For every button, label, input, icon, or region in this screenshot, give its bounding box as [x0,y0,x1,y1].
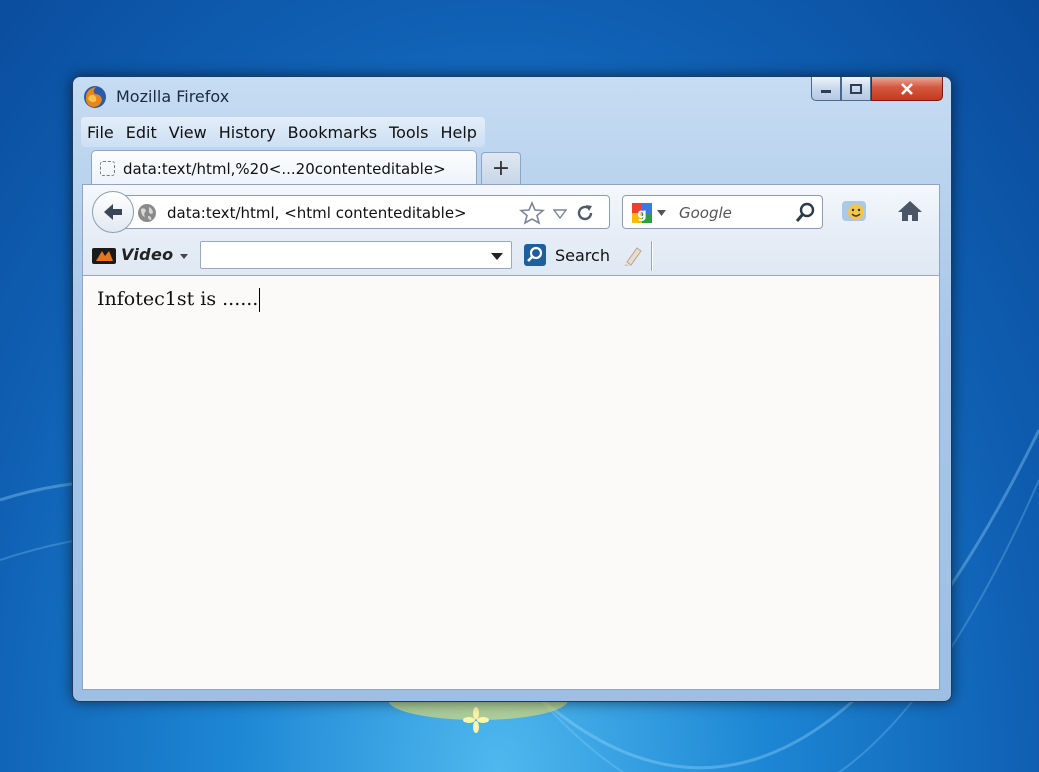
close-button[interactable] [871,77,943,101]
maximize-button[interactable] [841,77,871,101]
editable-text[interactable]: Infotec1st is ...... [97,288,261,312]
new-tab-button[interactable]: + [481,152,521,184]
address-text: data:text/html, <html contenteditable> [167,204,467,222]
tab-active[interactable]: data:text/html,%20<...20contenteditable> [91,150,477,186]
menu-tools[interactable]: Tools [389,123,428,142]
title-bar[interactable]: Mozilla Firefox [73,77,951,113]
menu-file[interactable]: File [87,123,114,142]
minimize-button[interactable] [811,77,841,101]
search-placeholder: Google [679,204,732,222]
firefox-window: Mozilla Firefox File Edit View History B… [72,76,952,702]
menu-view[interactable]: View [169,123,207,142]
video-dropdown-icon[interactable] [180,254,188,259]
address-bar[interactable]: data:text/html, <html contenteditable> [121,195,610,229]
toolbar-search-icon[interactable] [523,243,547,267]
chevron-down-icon[interactable] [491,253,503,260]
bookmark-star-icon[interactable] [519,201,545,225]
search-bar[interactable]: g Google [622,195,823,229]
tab-title: data:text/html,%20<...20contenteditable> [123,159,446,178]
back-button[interactable] [92,191,134,233]
window-title: Mozilla Firefox [116,87,230,106]
back-arrow-icon [104,204,122,220]
menu-help[interactable]: Help [440,123,476,142]
page-content[interactable]: Infotec1st is ...... [82,276,940,690]
toolbar-search-button[interactable]: Search [555,246,610,265]
minimize-icon [821,89,831,93]
search-icon[interactable] [794,202,816,224]
google-engine-icon[interactable]: g [631,202,653,224]
menu-bookmarks[interactable]: Bookmarks [288,123,377,142]
firefox-logo-icon [84,86,106,108]
video-logo-icon [92,248,116,264]
editable-text-value: Infotec1st is ...... [97,288,259,310]
addon-smiley-icon[interactable] [840,198,870,224]
page-favicon-icon [100,161,115,176]
windows-logo-icon [463,707,489,733]
menu-edit[interactable]: Edit [126,123,157,142]
reload-icon[interactable] [575,203,595,223]
globe-icon [138,204,156,222]
text-caret [259,288,261,312]
svg-text:g: g [637,207,646,222]
close-icon [901,82,913,95]
menu-bar: File Edit View History Bookmarks Tools H… [81,117,485,147]
toolbar-divider [651,241,653,271]
highlighter-icon[interactable] [620,244,644,268]
maximize-icon [850,83,862,94]
video-label[interactable]: Video [121,245,173,264]
home-icon[interactable] [897,199,923,223]
engine-dropdown-icon[interactable] [657,210,666,216]
history-dropdown-icon[interactable] [553,209,567,219]
custom-toolbar: Video Search [83,237,939,275]
caption-buttons [811,77,943,103]
menu-history[interactable]: History [219,123,276,142]
toolbar-search-combo[interactable] [200,241,512,269]
navigation-toolbar: data:text/html, <html contenteditable> g… [82,184,940,276]
